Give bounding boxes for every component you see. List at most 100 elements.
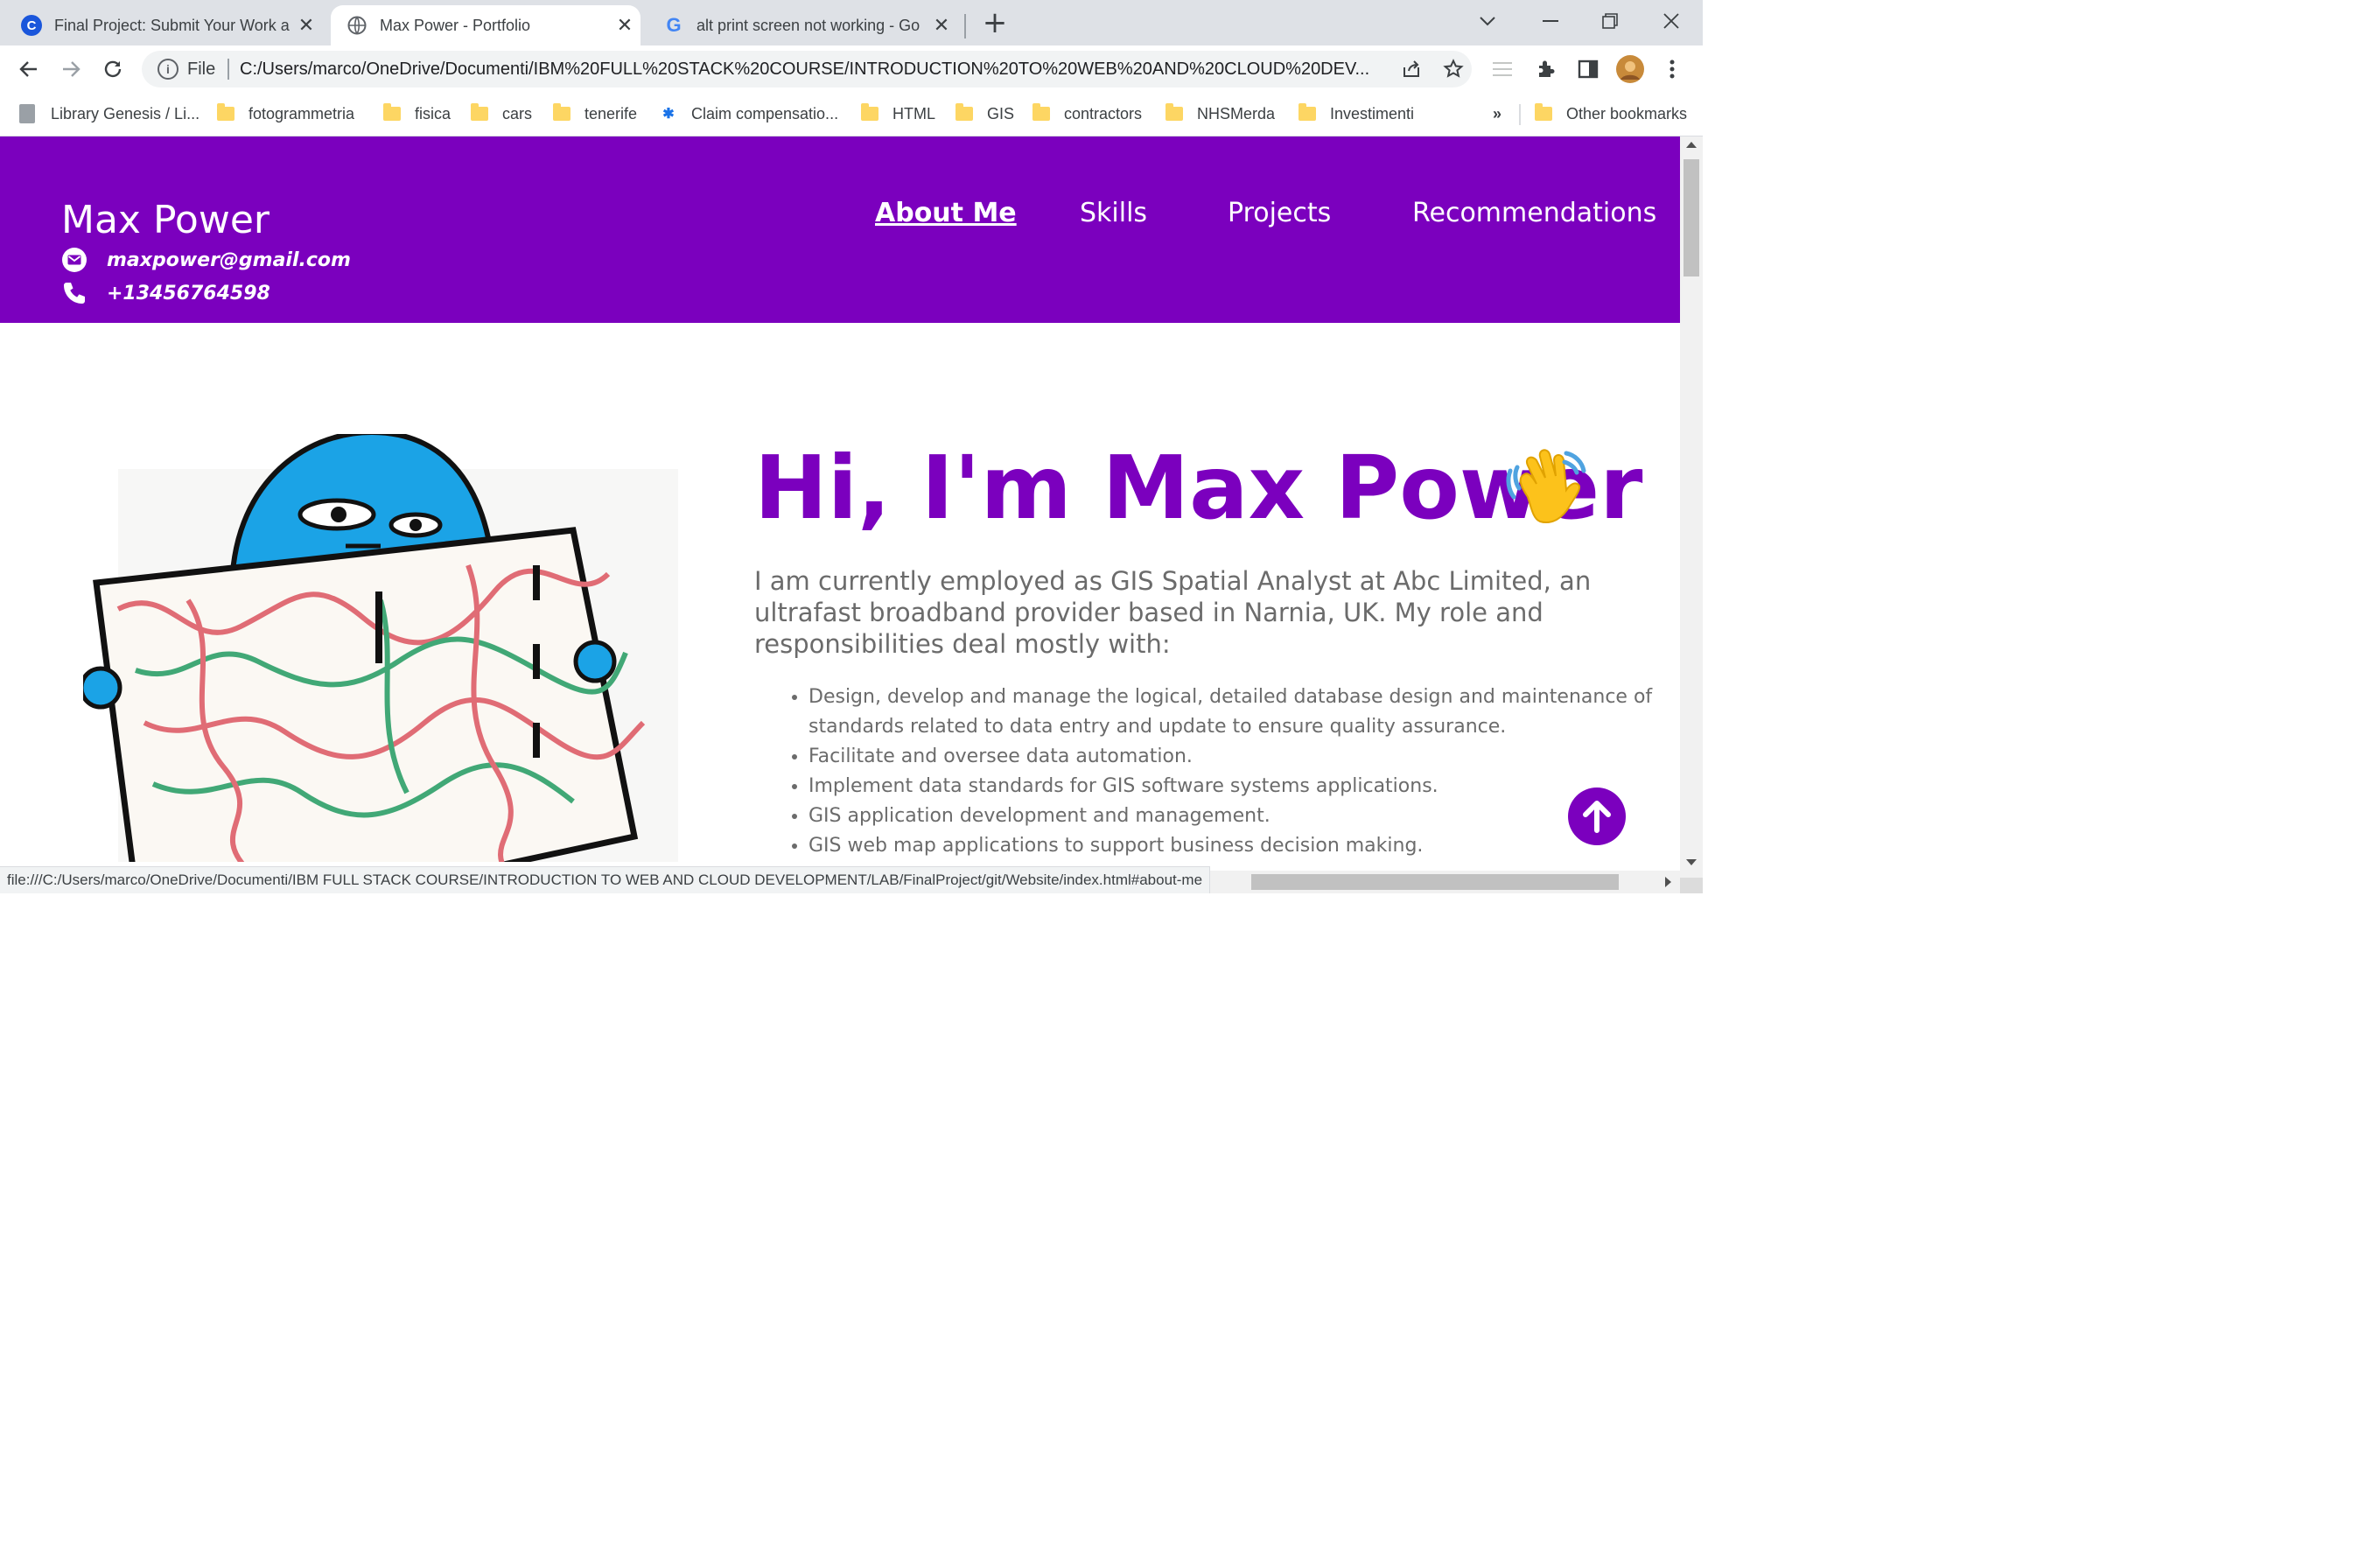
forward-arrow-icon[interactable]: [56, 54, 86, 84]
phone-contact[interactable]: +13456764598: [61, 280, 270, 306]
bookmark-label: fisica: [415, 104, 452, 122]
tab-max-power-portfolio[interactable]: Max Power - Portfolio ✕: [331, 5, 640, 46]
browser-toolbar: i File C:/Users/marco/OneDrive/Documenti…: [0, 46, 1703, 92]
extensions-puzzle-icon[interactable]: [1531, 54, 1561, 84]
reload-icon[interactable]: [98, 54, 128, 84]
google-favicon-icon: G: [666, 14, 682, 36]
site-info-icon[interactable]: i: [158, 59, 178, 80]
bookmark-label: Library Genesis / Li...: [51, 104, 200, 122]
nav-about-me[interactable]: About Me: [875, 198, 1017, 228]
globe-icon: [346, 15, 368, 36]
scroll-up-arrow-icon[interactable]: [1686, 142, 1697, 148]
folder-icon: [956, 103, 973, 121]
folder-icon: [1298, 103, 1316, 121]
star-logo-icon: ✱: [662, 107, 675, 122]
tab-final-project[interactable]: C Final Project: Submit Your Work a ✕: [21, 5, 322, 46]
envelope-icon: [61, 247, 88, 273]
reading-list-icon[interactable]: [1488, 54, 1517, 84]
bookmark-folder-cars[interactable]: cars: [471, 102, 532, 125]
bookmark-folder-fisica[interactable]: fisica: [383, 102, 451, 125]
bookmark-folder-tenerife[interactable]: tenerife: [553, 102, 637, 125]
back-arrow-icon[interactable]: [14, 54, 44, 84]
bookmark-folder-contractors[interactable]: contractors: [1032, 102, 1142, 125]
list-item: GIS application development and manageme…: [808, 802, 1680, 831]
folder-icon: [471, 103, 488, 121]
bookmark-label: Investimenti: [1330, 104, 1415, 122]
close-tab-icon[interactable]: ✕: [296, 14, 317, 36]
bookmarks-overflow-button[interactable]: »: [1493, 102, 1502, 125]
bookmarks-divider: [1519, 104, 1521, 125]
page-viewport: Max Power maxpower@gmail.com +1345676459…: [0, 136, 1680, 862]
restore-icon[interactable]: [1592, 4, 1628, 38]
close-tab-icon[interactable]: ✕: [931, 14, 952, 36]
scroll-to-top-button[interactable]: [1568, 788, 1626, 845]
bookmark-label: HTML: [892, 104, 935, 122]
tab-search-chevron-icon[interactable]: [1470, 4, 1505, 38]
folder-icon: [553, 103, 570, 121]
horizontal-scroll-thumb[interactable]: [1251, 874, 1619, 890]
list-item: Implement data standards for GIS softwar…: [808, 772, 1680, 802]
phone-icon: [61, 280, 88, 306]
tab-title: Max Power - Portfolio: [380, 16, 531, 34]
nav-projects[interactable]: Projects: [1228, 198, 1331, 228]
nav-skills[interactable]: Skills: [1080, 198, 1147, 228]
list-item: Facilitate and oversee data automation.: [808, 742, 1680, 772]
bookmark-label: Claim compensatio...: [691, 104, 839, 122]
email-text: maxpower@gmail.com: [107, 248, 351, 271]
bookmark-label: tenerife: [584, 104, 638, 122]
browser-window: C Final Project: Submit Your Work a ✕ Ma…: [0, 0, 1703, 893]
bookmark-label: NHSMerda: [1197, 104, 1276, 122]
bookmark-folder-fotogrammetria[interactable]: fotogrammetria: [217, 102, 354, 125]
scrollbar-corner: [1680, 878, 1703, 893]
bookmark-folder-investimenti[interactable]: Investimenti: [1298, 102, 1414, 125]
bookmark-folder-gis[interactable]: GIS: [956, 102, 1014, 125]
kebab-menu-icon[interactable]: [1657, 54, 1687, 84]
bookmark-label: contractors: [1064, 104, 1143, 122]
bookmark-folder-html[interactable]: HTML: [861, 102, 935, 125]
minimize-icon[interactable]: [1533, 4, 1568, 38]
profile-avatar[interactable]: [1615, 54, 1645, 84]
vertical-scroll-thumb[interactable]: [1684, 159, 1699, 276]
close-tab-icon[interactable]: ✕: [614, 14, 635, 36]
bookmark-claim-compensation[interactable]: ✱ Claim compensatio...: [660, 102, 838, 125]
close-window-icon[interactable]: [1654, 4, 1689, 38]
bookmark-star-icon[interactable]: [1438, 54, 1468, 84]
tab-title: alt print screen not working - Go: [696, 16, 920, 34]
list-item: Design, develop and manage the logical, …: [808, 682, 1680, 742]
bookmark-library-genesis[interactable]: Library Genesis / Li...: [19, 102, 200, 125]
folder-icon: [1166, 103, 1183, 121]
list-item: GIS web map applications to support busi…: [808, 831, 1680, 861]
bookmark-label: GIS: [987, 104, 1015, 122]
side-panel-icon[interactable]: [1573, 54, 1603, 84]
omnibox-separator: [228, 59, 229, 80]
status-bar-url: file:///C:/Users/marco/OneDrive/Document…: [0, 866, 1211, 893]
coursera-favicon-icon: C: [21, 15, 42, 36]
book-icon: [19, 104, 35, 123]
folder-icon: [1535, 103, 1552, 121]
tab-strip: C Final Project: Submit Your Work a ✕ Ma…: [0, 0, 1703, 46]
duties-list: Design, develop and manage the logical, …: [754, 682, 1680, 861]
vertical-scrollbar[interactable]: [1680, 136, 1703, 878]
tab-google-search[interactable]: G alt print screen not working - Go ✕: [663, 5, 957, 46]
bookmark-folder-nhsmerda[interactable]: NHSMerda: [1166, 102, 1275, 125]
scroll-down-arrow-icon[interactable]: [1686, 859, 1697, 865]
map-reader-illustration: [83, 434, 678, 862]
folder-icon: [217, 103, 234, 121]
share-icon[interactable]: [1396, 54, 1426, 84]
nav-recommendations[interactable]: Recommendations: [1412, 198, 1656, 228]
intro-paragraph: I am currently employed as GIS Spatial A…: [754, 566, 1592, 659]
new-tab-button[interactable]: +: [980, 8, 1010, 38]
scroll-right-arrow-icon[interactable]: [1665, 877, 1671, 887]
site-header: Max Power maxpower@gmail.com +1345676459…: [0, 136, 1680, 323]
folder-icon: [861, 103, 878, 121]
url-text[interactable]: C:/Users/marco/OneDrive/Documenti/IBM%20…: [240, 60, 1377, 80]
email-contact[interactable]: maxpower@gmail.com: [61, 247, 351, 273]
address-bar[interactable]: i File C:/Users/marco/OneDrive/Documenti…: [142, 51, 1472, 88]
scheme-label: File: [187, 60, 216, 79]
folder-icon: [383, 103, 401, 121]
phone-text: +13456764598: [107, 282, 270, 304]
other-bookmarks-folder[interactable]: Other bookmarks: [1535, 102, 1687, 125]
arrow-up-icon: [1583, 801, 1611, 833]
bookmark-label: Other bookmarks: [1566, 104, 1688, 122]
tab-separator: [964, 14, 966, 38]
